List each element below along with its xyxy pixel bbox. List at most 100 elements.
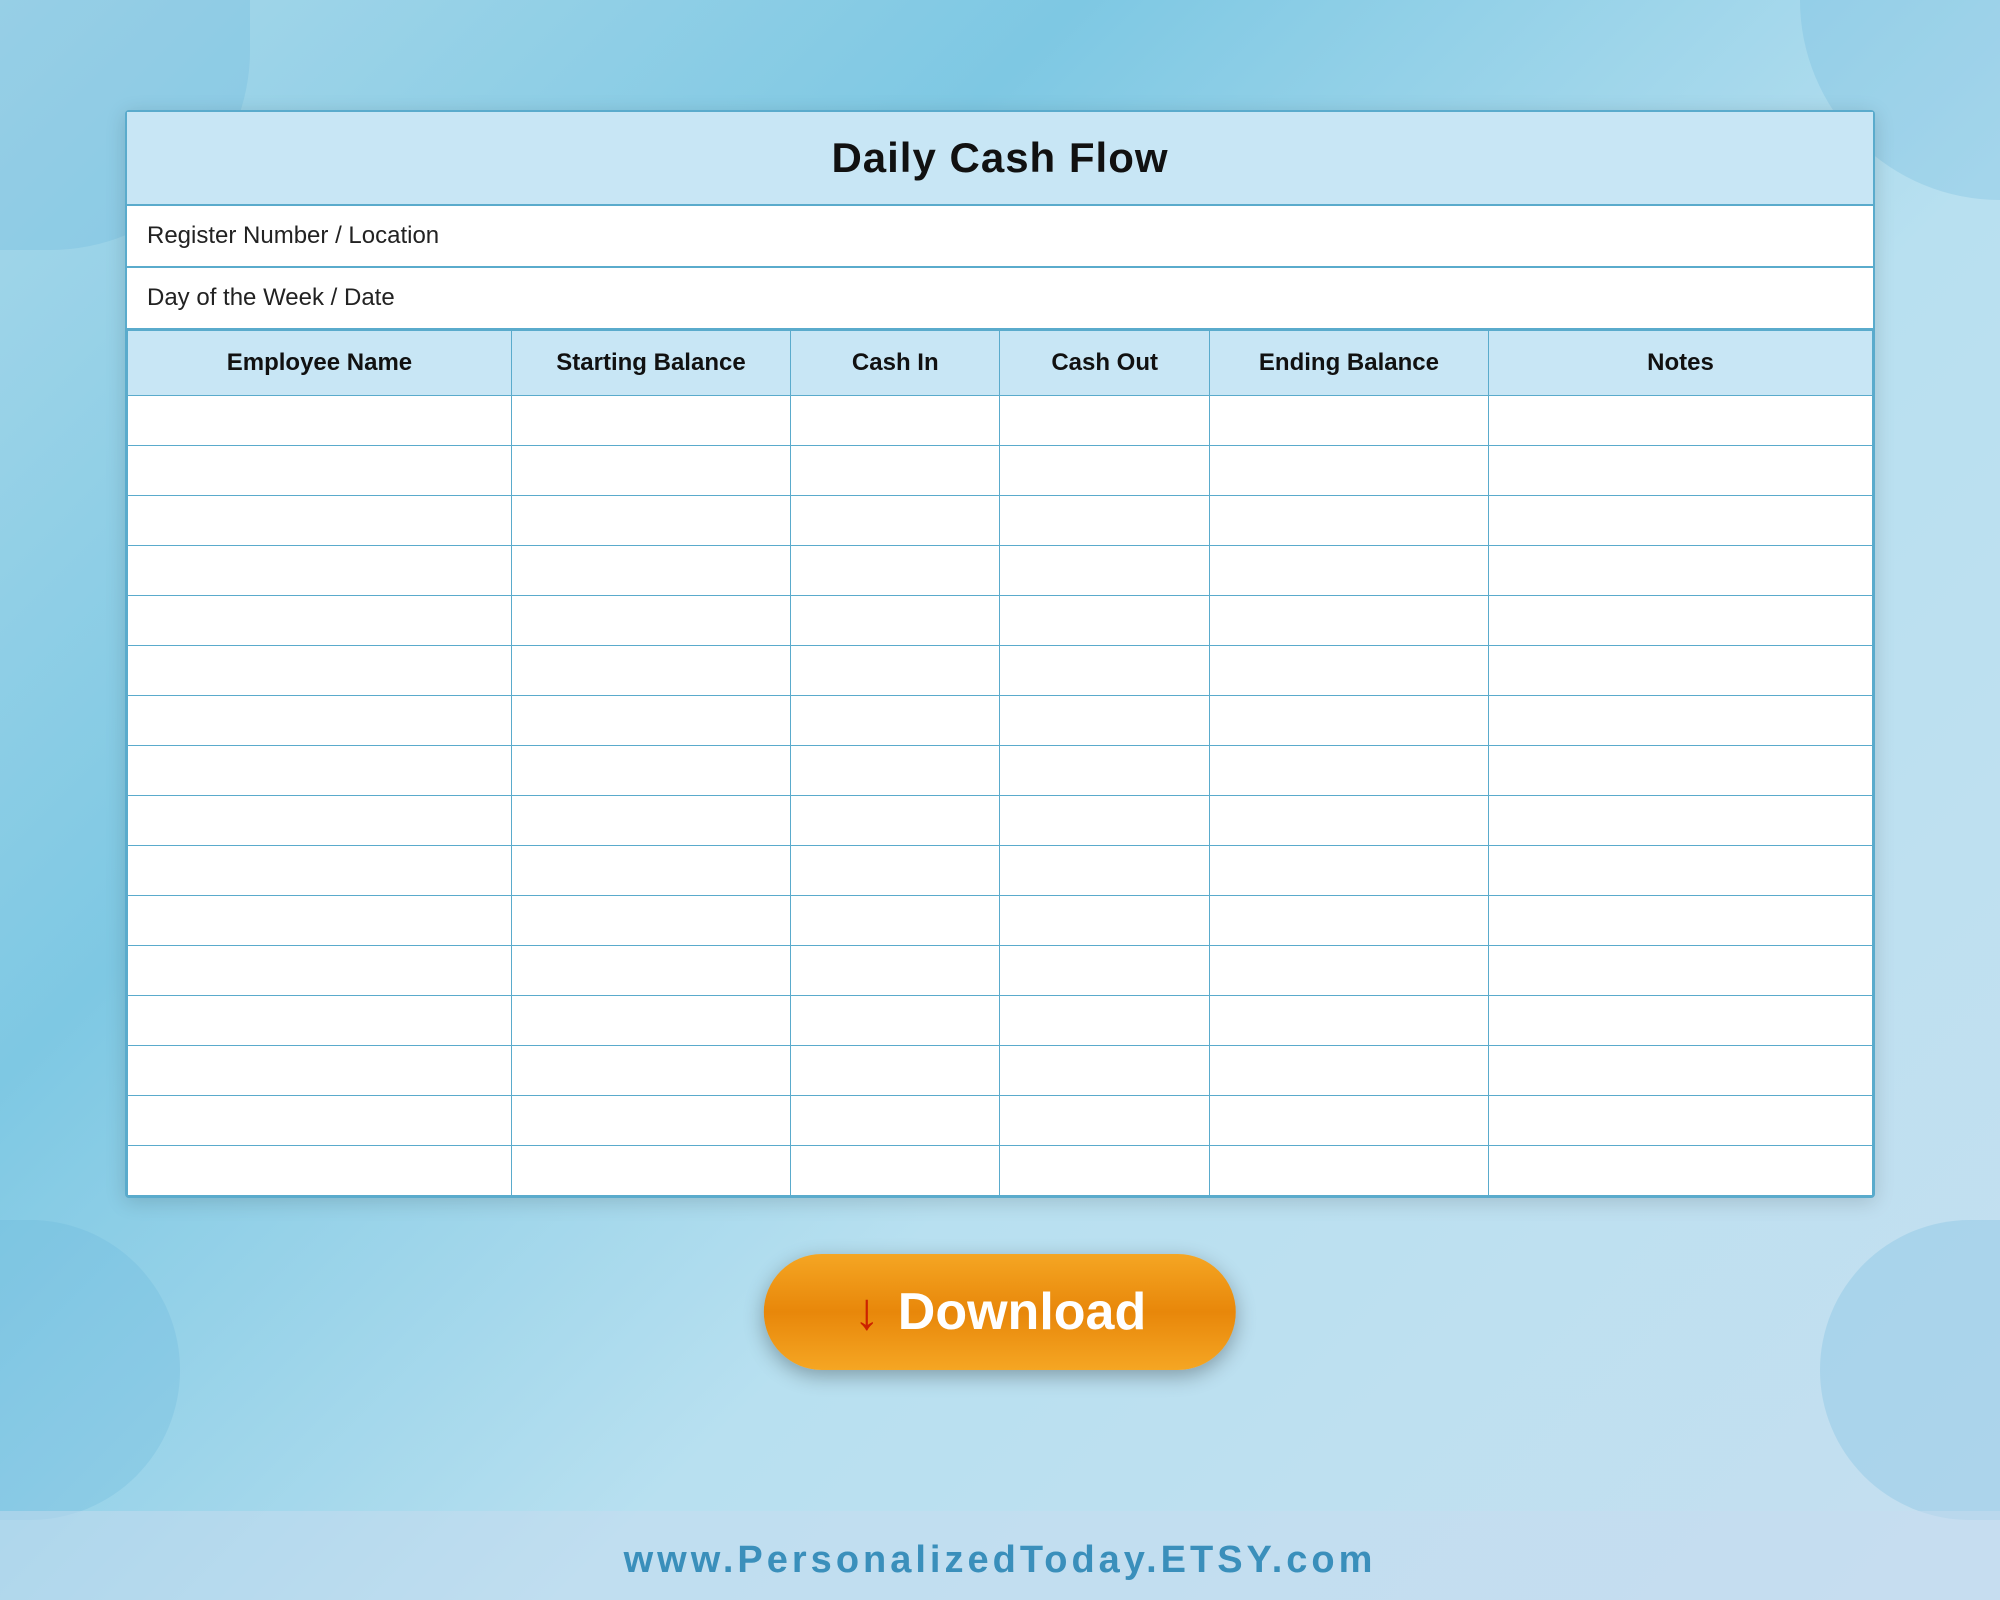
table-cell: [1489, 696, 1873, 746]
table-cell: [1209, 746, 1488, 796]
header-cash-out: Cash Out: [1000, 331, 1209, 396]
table-cell: [1489, 596, 1873, 646]
table-cell: [511, 946, 790, 996]
table-row: [128, 446, 1873, 496]
table-cell: [1209, 946, 1488, 996]
footer-text: www.PersonalizedToday.ETSY.com: [624, 1539, 1377, 1581]
table-cell: [128, 996, 512, 1046]
table-cell: [1000, 946, 1209, 996]
table-cell: [1000, 496, 1209, 546]
header-notes: Notes: [1489, 331, 1873, 396]
header-employee-name: Employee Name: [128, 331, 512, 396]
table-cell: [1000, 446, 1209, 496]
table-cell: [511, 996, 790, 1046]
table-cell: [128, 646, 512, 696]
table-cell: [128, 796, 512, 846]
table-cell: [1000, 896, 1209, 946]
table-cell: [791, 696, 1000, 746]
table-cell: [511, 646, 790, 696]
table-cell: [791, 796, 1000, 846]
bg-decoration-br: [1820, 1220, 2000, 1520]
table-cell: [1000, 1046, 1209, 1096]
table-cell: [1209, 446, 1488, 496]
table-cell: [1489, 746, 1873, 796]
table-cell: [1000, 396, 1209, 446]
bg-decoration-bl: [0, 1220, 180, 1520]
table-cell: [791, 446, 1000, 496]
table-cell: [511, 546, 790, 596]
table-cell: [511, 596, 790, 646]
table-cell: [1489, 996, 1873, 1046]
table-cell: [128, 496, 512, 546]
table-cell: [1209, 846, 1488, 896]
table-cell: [1000, 596, 1209, 646]
table-cell: [128, 946, 512, 996]
header-ending-balance: Ending Balance: [1209, 331, 1488, 396]
table-cell: [1489, 846, 1873, 896]
footer-url: www.PersonalizedToday.ETSY.com: [624, 1539, 1377, 1581]
table-cell: [791, 1096, 1000, 1146]
table-cell: [791, 846, 1000, 896]
table-row: [128, 746, 1873, 796]
table-cell: [1489, 946, 1873, 996]
table-cell: [511, 396, 790, 446]
table-cell: [128, 746, 512, 796]
header-cash-in: Cash In: [791, 331, 1000, 396]
table-cell: [1489, 496, 1873, 546]
table-row: [128, 996, 1873, 1046]
table-cell: [1209, 396, 1488, 446]
table-cell: [1000, 696, 1209, 746]
footer: www.PersonalizedToday.ETSY.com: [0, 1511, 2000, 1600]
table-cell: [1489, 1046, 1873, 1096]
day-row: Day of the Week / Date: [127, 268, 1873, 330]
table-cell: [1209, 996, 1488, 1046]
table-cell: [791, 396, 1000, 446]
table-cell: [1000, 846, 1209, 896]
table-row: [128, 796, 1873, 846]
table-cell: [511, 1046, 790, 1096]
table-cell: [791, 1046, 1000, 1096]
table-row: [128, 1096, 1873, 1146]
table-cell: [1209, 896, 1488, 946]
table-cell: [1489, 1146, 1873, 1196]
table-cell: [511, 846, 790, 896]
table-cell: [1209, 1146, 1488, 1196]
table-cell: [1209, 1096, 1488, 1146]
download-wrapper: ↓ Download: [764, 1254, 1236, 1370]
header-starting-balance: Starting Balance: [511, 331, 790, 396]
table-cell: [1489, 896, 1873, 946]
table-cell: [128, 446, 512, 496]
table-cell: [511, 796, 790, 846]
table-row: [128, 896, 1873, 946]
table-cell: [1489, 546, 1873, 596]
table-row: [128, 646, 1873, 696]
table-row: [128, 696, 1873, 746]
table-row: [128, 546, 1873, 596]
table-cell: [1209, 1046, 1488, 1096]
table-cell: [791, 496, 1000, 546]
table-cell: [511, 1096, 790, 1146]
table-cell: [1000, 1096, 1209, 1146]
table-cell: [511, 1146, 790, 1196]
table-row: [128, 846, 1873, 896]
table-cell: [1489, 646, 1873, 696]
table-cell: [791, 546, 1000, 596]
title-row: Daily Cash Flow: [127, 112, 1873, 206]
table-cell: [511, 746, 790, 796]
header-row: Employee Name Starting Balance Cash In C…: [128, 331, 1873, 396]
table-cell: [128, 546, 512, 596]
table-container: Employee Name Starting Balance Cash In C…: [127, 330, 1873, 1196]
table-row: [128, 946, 1873, 996]
table-cell: [1209, 596, 1488, 646]
cash-flow-table: Employee Name Starting Balance Cash In C…: [127, 330, 1873, 1196]
register-row: Register Number / Location: [127, 206, 1873, 268]
table-cell: [791, 596, 1000, 646]
table-row: [128, 1146, 1873, 1196]
table-cell: [791, 1146, 1000, 1196]
table-cell: [1209, 546, 1488, 596]
table-header: Employee Name Starting Balance Cash In C…: [128, 331, 1873, 396]
table-cell: [1489, 1096, 1873, 1146]
download-label: Download: [898, 1282, 1146, 1342]
download-button[interactable]: ↓ Download: [764, 1254, 1236, 1370]
day-label: Day of the Week / Date: [147, 284, 395, 311]
